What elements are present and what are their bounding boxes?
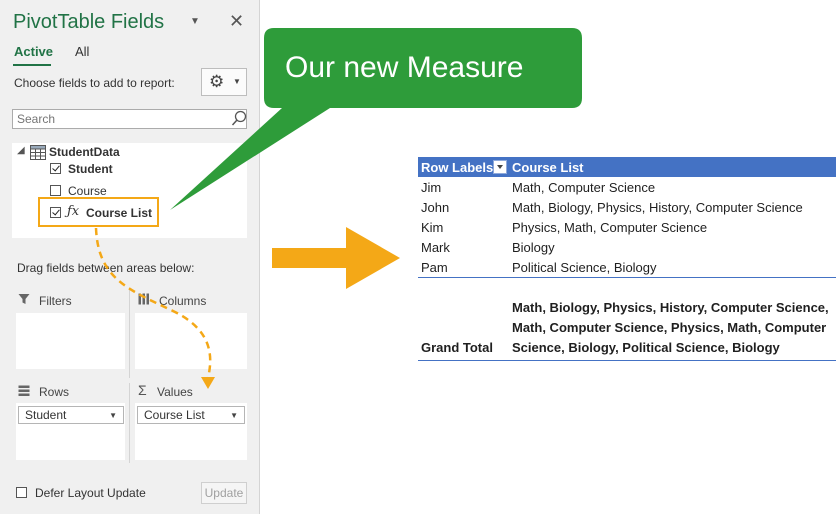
defer-layout-checkbox[interactable]: [16, 487, 27, 498]
pivot-row-value: Math, Computer Science: [512, 180, 656, 195]
pivot-bottom-border: [418, 360, 836, 361]
choose-fields-label: Choose fields to add to report:: [14, 76, 175, 90]
rows-icon: [18, 385, 30, 396]
rows-area-label: Rows: [39, 385, 70, 399]
rows-chip-label: Student: [25, 408, 67, 422]
grand-total-label: Grand Total: [421, 340, 493, 355]
pivot-row-label: Mark: [421, 240, 450, 255]
field-label-course: Course: [68, 184, 107, 198]
chevron-down-icon: ▼: [233, 77, 241, 86]
search-icon[interactable]: [231, 110, 247, 128]
measure-highlight-box: [38, 197, 159, 227]
tab-active[interactable]: Active: [14, 44, 53, 59]
grand-total-value-line: Science, Biology, Political Science, Bio…: [512, 340, 780, 355]
pane-title: PivotTable Fields: [13, 11, 165, 33]
filter-icon: [18, 294, 30, 304]
pivot-row-label: Pam: [421, 260, 448, 275]
course-checkbox[interactable]: [50, 185, 61, 196]
pivot-table: Row Labels Course List Jim Math, Compute…: [418, 157, 836, 362]
pane-options-chevron-icon[interactable]: ▼: [190, 16, 200, 27]
pivot-row-label: John: [421, 200, 450, 215]
active-tab-underline: [13, 64, 51, 66]
table-icon: [30, 145, 46, 160]
values-area-label: Values: [157, 385, 193, 399]
area-divider-top: [129, 288, 130, 378]
pivot-row-value: Physics, Math, Computer Science: [512, 220, 708, 235]
pivot-row-label: Kim: [421, 220, 444, 235]
pivot-row-value: Biology: [512, 240, 555, 255]
columns-drop-area[interactable]: [135, 313, 247, 369]
chevron-down-icon: ▼: [230, 411, 238, 420]
field-label-student: Student: [68, 162, 113, 176]
area-divider-bottom: [129, 383, 130, 463]
values-chip-course-list[interactable]: Course List ▼: [137, 406, 245, 424]
pivot-row-value: Math, Biology, Physics, History, Compute…: [512, 200, 803, 215]
table-name-label: StudentData: [49, 145, 120, 159]
sigma-icon: Σ: [138, 382, 147, 398]
field-settings-button[interactable]: ⚙ ▼: [201, 68, 247, 96]
pivot-header-course-list: Course List: [512, 160, 584, 175]
drag-fields-label: Drag fields between areas below:: [17, 261, 195, 275]
collapse-table-icon[interactable]: ◢: [17, 145, 25, 156]
values-chip-label: Course List: [144, 408, 205, 422]
columns-icon: [138, 293, 149, 305]
student-checkbox[interactable]: [50, 163, 61, 174]
gear-icon: ⚙: [209, 72, 225, 91]
row-labels-filter-dropdown[interactable]: [493, 160, 507, 174]
big-right-arrow: [272, 227, 400, 289]
grand-total-separator: [418, 277, 836, 278]
filters-area-label: Filters: [39, 294, 72, 308]
pivot-row-value: Political Science, Biology: [512, 260, 657, 275]
pivot-row-label: Jim: [421, 180, 442, 195]
grand-total-value-line: Math, Computer Science, Physics, Math, C…: [512, 320, 827, 335]
grand-total-value-line: Math, Biology, Physics, History, Compute…: [512, 300, 829, 315]
close-icon[interactable]: ✕: [229, 11, 244, 32]
rows-chip-student[interactable]: Student ▼: [18, 406, 124, 424]
defer-layout-label: Defer Layout Update: [35, 486, 146, 500]
columns-area-label: Columns: [159, 294, 207, 308]
update-button[interactable]: Update: [201, 482, 247, 504]
pivot-header-row-labels: Row Labels: [421, 160, 494, 175]
pivottable-fields-pane: PivotTable Fields ▼ ✕ Active All Choose …: [0, 0, 260, 514]
search-input[interactable]: [12, 109, 247, 129]
tab-all[interactable]: All: [75, 44, 89, 59]
filters-drop-area[interactable]: [16, 313, 125, 369]
callout-text: Our new Measure: [285, 51, 524, 84]
chevron-down-icon: ▼: [109, 411, 117, 420]
